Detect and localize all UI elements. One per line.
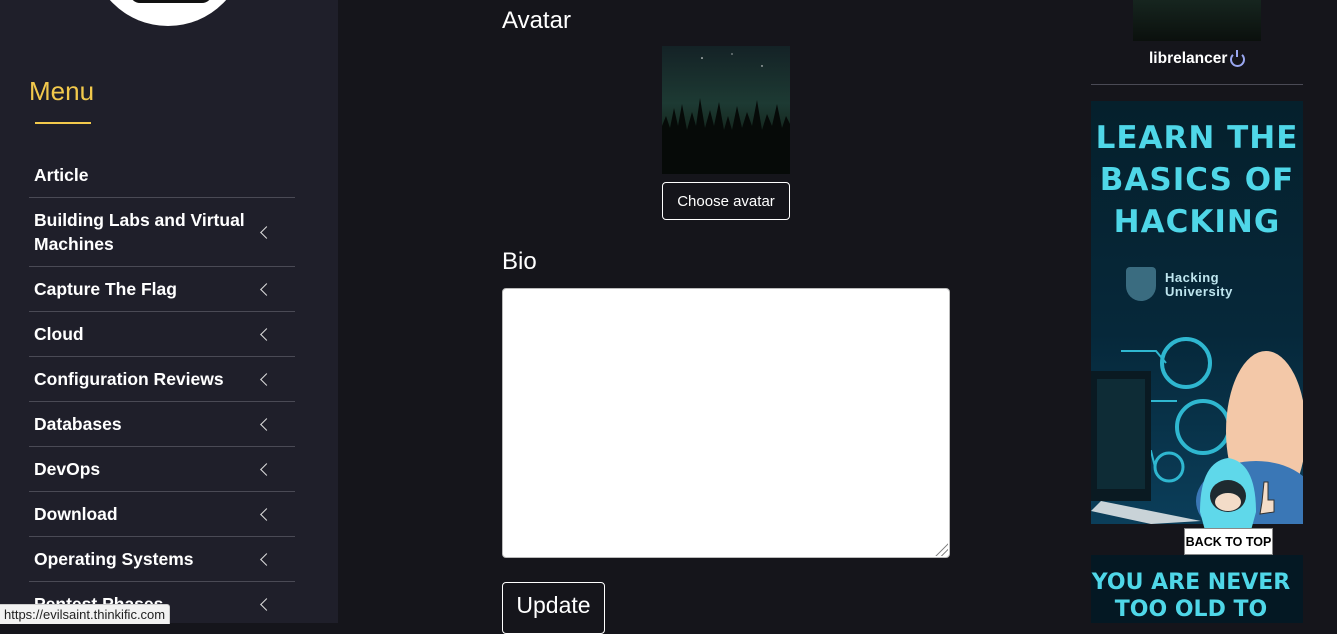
menu-title: Menu	[29, 76, 95, 106]
update-button[interactable]: Update	[502, 582, 605, 634]
ad-banner-never-too-old[interactable]: YOU ARE NEVER TOO OLD TO	[1091, 555, 1303, 623]
ad-brand-line1: Hacking	[1165, 270, 1220, 285]
chevron-left-icon[interactable]	[260, 372, 273, 386]
ad-brand: Hacking University	[1165, 271, 1233, 299]
chevron-left-icon[interactable]	[260, 597, 273, 611]
menu-item-article[interactable]: Article	[29, 153, 295, 198]
choose-avatar-button[interactable]: Choose avatar	[662, 182, 790, 220]
menu-item-label: Operating Systems	[34, 548, 194, 569]
menu-item-label: DevOps	[34, 458, 101, 479]
ad-brand-line2: University	[1165, 284, 1233, 299]
bio-heading: Bio	[502, 248, 537, 275]
chevron-left-icon[interactable]	[260, 225, 273, 239]
resize-handle-icon[interactable]	[934, 542, 948, 556]
power-icon[interactable]	[1230, 50, 1245, 67]
menu-item-devops[interactable]: DevOps	[29, 447, 295, 492]
menu-item-label: Building Labs and Virtual Machines	[34, 210, 245, 254]
menu-item-label: Configuration Reviews	[34, 368, 224, 389]
menu-item-building-labs[interactable]: Building Labs and Virtual Machines	[29, 198, 295, 267]
menu-item-databases[interactable]: Databases	[29, 402, 295, 447]
bio-textarea[interactable]	[502, 288, 950, 558]
site-logo[interactable]	[90, 0, 246, 26]
chevron-left-icon[interactable]	[260, 417, 273, 431]
shield-logo-icon	[1126, 267, 1156, 301]
sidebar: Menu Article Building Labs and Virtual M…	[0, 0, 338, 623]
back-to-top-button[interactable]: BACK TO TOP	[1184, 528, 1273, 555]
ad-title: LEARN THE BASICS OF HACKING	[1095, 120, 1299, 240]
menu-item-label: Download	[34, 503, 118, 524]
menu-item-label: Article	[34, 164, 89, 185]
menu-title-underline	[35, 122, 91, 124]
avatar-image	[662, 46, 790, 174]
avatar-heading: Avatar	[502, 7, 571, 34]
divider	[1091, 84, 1303, 85]
chevron-left-icon[interactable]	[260, 282, 273, 296]
user-avatar[interactable]	[1133, 0, 1261, 41]
menu-item-cloud[interactable]: Cloud	[29, 312, 295, 357]
menu-item-label: Databases	[34, 413, 122, 434]
chevron-left-icon[interactable]	[260, 327, 273, 341]
chevron-left-icon[interactable]	[260, 462, 273, 476]
menu-item-label: Cloud	[34, 323, 84, 344]
menu-item-label: Capture The Flag	[34, 278, 177, 299]
menu-item-capture-the-flag[interactable]: Capture The Flag	[29, 267, 295, 312]
status-bar-url: https://evilsaint.thinkific.com	[0, 604, 171, 624]
username[interactable]: librelancer	[1149, 50, 1227, 68]
menu-item-operating-systems[interactable]: Operating Systems	[29, 537, 295, 582]
chevron-left-icon[interactable]	[260, 552, 273, 566]
ad2-text: YOU ARE NEVER TOO OLD TO	[1091, 570, 1291, 622]
chevron-left-icon[interactable]	[260, 507, 273, 521]
menu-item-configuration-reviews[interactable]: Configuration Reviews	[29, 357, 295, 402]
forest-silhouette-icon	[662, 53, 790, 174]
menu-item-download[interactable]: Download	[29, 492, 295, 537]
logo-grin-icon	[130, 0, 212, 3]
menu-list: Article Building Labs and Virtual Machin…	[29, 153, 295, 623]
